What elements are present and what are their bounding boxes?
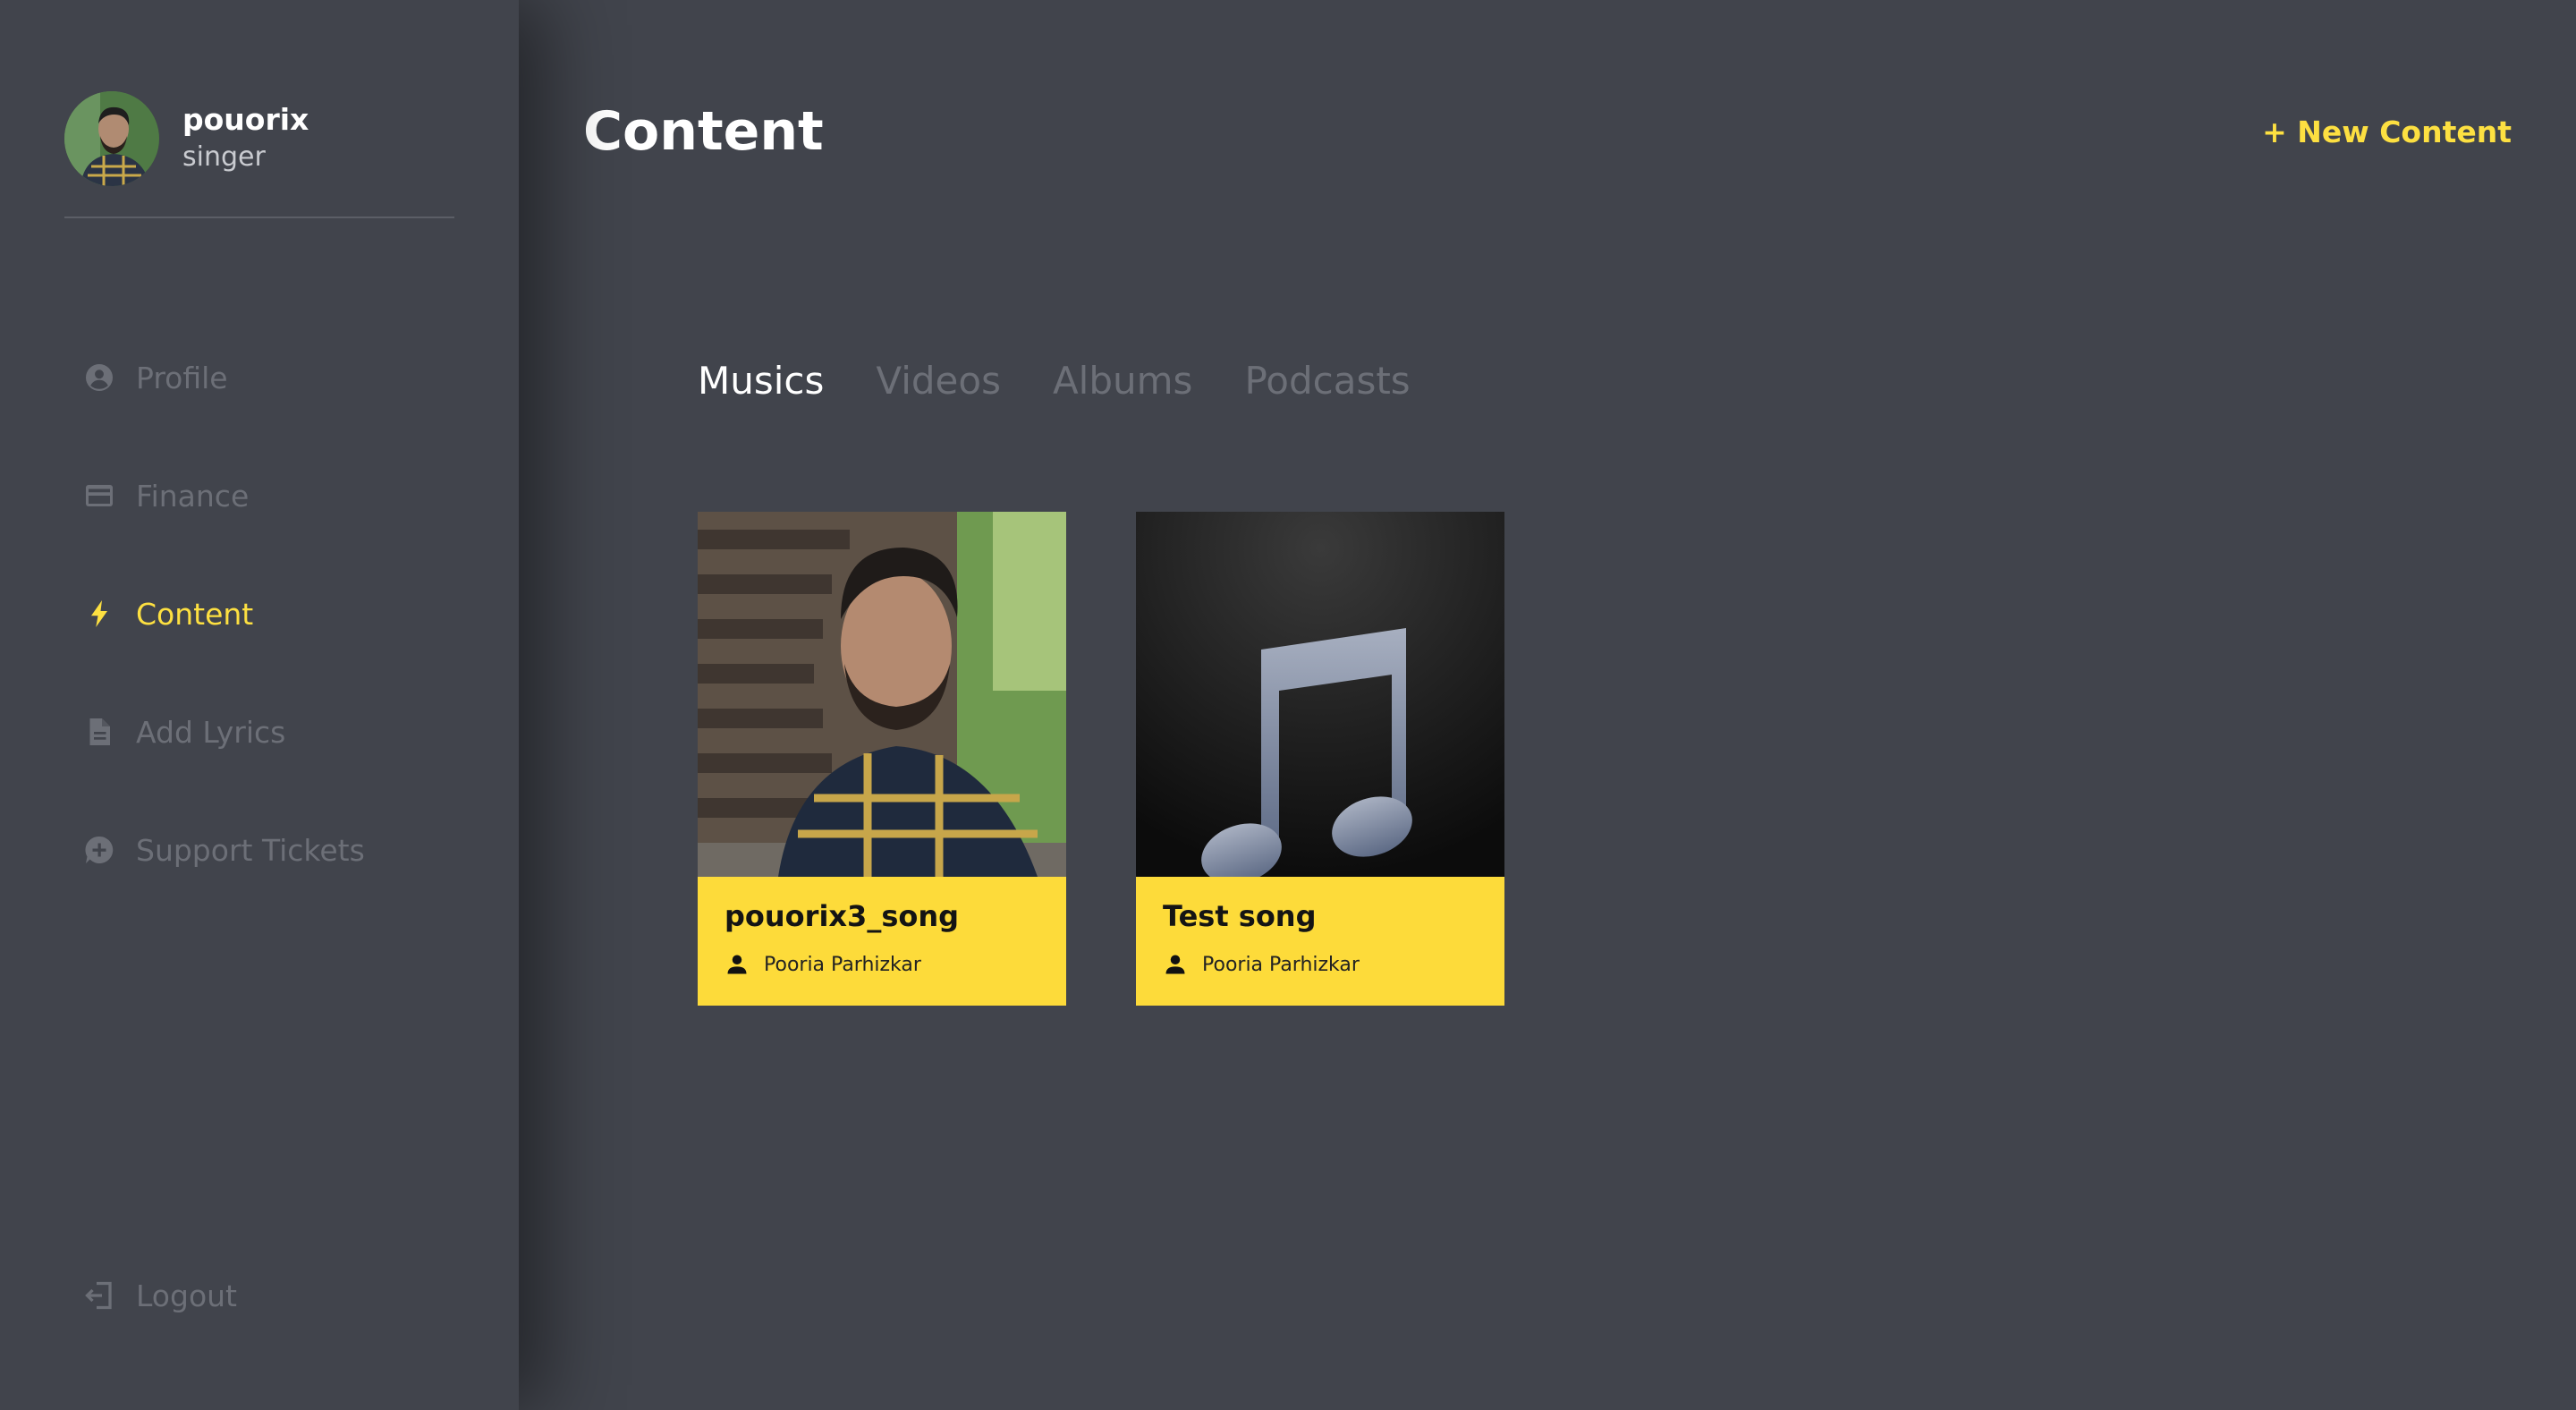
card-footer: pouorix3_song Pooria Parhizkar — [698, 877, 1066, 1006]
account-circle-icon — [82, 361, 116, 395]
content-tabs: Musics Videos Albums Podcasts — [698, 354, 1462, 408]
artist-name: Pooria Parhizkar — [764, 953, 921, 976]
sidebar-item-support-tickets[interactable]: Support Tickets — [82, 820, 365, 880]
sidebar-item-profile[interactable]: Profile — [82, 347, 365, 408]
artist-name: Pooria Parhizkar — [1202, 953, 1360, 976]
credit-card-icon — [82, 479, 116, 513]
avatar — [64, 91, 159, 186]
sidebar-item-content[interactable]: Content — [82, 583, 365, 644]
tab-musics[interactable]: Musics — [698, 354, 824, 408]
tab-videos[interactable]: Videos — [876, 354, 1001, 408]
document-icon — [82, 715, 116, 749]
person-icon — [1165, 955, 1185, 974]
user-role: singer — [182, 141, 266, 173]
sidebar-item-label: Finance — [136, 478, 250, 514]
chat-plus-icon — [82, 833, 116, 867]
sidebar-item-label: Content — [136, 596, 254, 632]
sidebar-nav: Profile Finance Content Add Lyrics Suppo… — [82, 347, 365, 938]
sidebar-item-finance[interactable]: Finance — [82, 465, 365, 526]
music-note-icon — [1136, 512, 1504, 877]
person-icon — [727, 955, 747, 974]
cover-image — [1136, 512, 1504, 877]
app-root: pouorix singer Profile Finance Content A… — [0, 0, 2576, 1410]
sidebar-item-label: Support Tickets — [136, 832, 365, 868]
logout-button[interactable]: Logout — [82, 1265, 237, 1326]
new-content-button[interactable]: + New Content — [2262, 111, 2512, 154]
tab-albums[interactable]: Albums — [1053, 354, 1192, 408]
sidebar-divider — [64, 217, 454, 218]
logout-label: Logout — [136, 1278, 237, 1313]
artist-row: Pooria Parhizkar — [724, 952, 1039, 977]
user-name: pouorix — [182, 102, 309, 137]
card-footer: Test song Pooria Parhizkar — [1136, 877, 1504, 1006]
music-cards: pouorix3_song Pooria Parhizkar Test song… — [698, 512, 1574, 1006]
music-card[interactable]: Test song Pooria Parhizkar — [1136, 512, 1504, 1006]
cover-image — [698, 512, 1066, 877]
sidebar-item-label: Profile — [136, 360, 228, 395]
sidebar: pouorix singer Profile Finance Content A… — [0, 0, 519, 1410]
artist-row: Pooria Parhizkar — [1163, 952, 1478, 977]
main-content: Content + New Content Musics Videos Albu… — [519, 0, 2576, 1410]
page-title: Content — [583, 100, 824, 163]
music-card[interactable]: pouorix3_song Pooria Parhizkar — [698, 512, 1066, 1006]
logout-icon — [82, 1278, 116, 1312]
sidebar-item-label: Add Lyrics — [136, 714, 286, 750]
user-profile[interactable]: pouorix singer — [64, 91, 309, 186]
sidebar-item-add-lyrics[interactable]: Add Lyrics — [82, 701, 365, 762]
song-title: pouorix3_song — [724, 899, 960, 933]
song-title: Test song — [1163, 899, 1317, 933]
lightning-bolt-icon — [82, 597, 116, 631]
tab-podcasts[interactable]: Podcasts — [1244, 354, 1410, 408]
